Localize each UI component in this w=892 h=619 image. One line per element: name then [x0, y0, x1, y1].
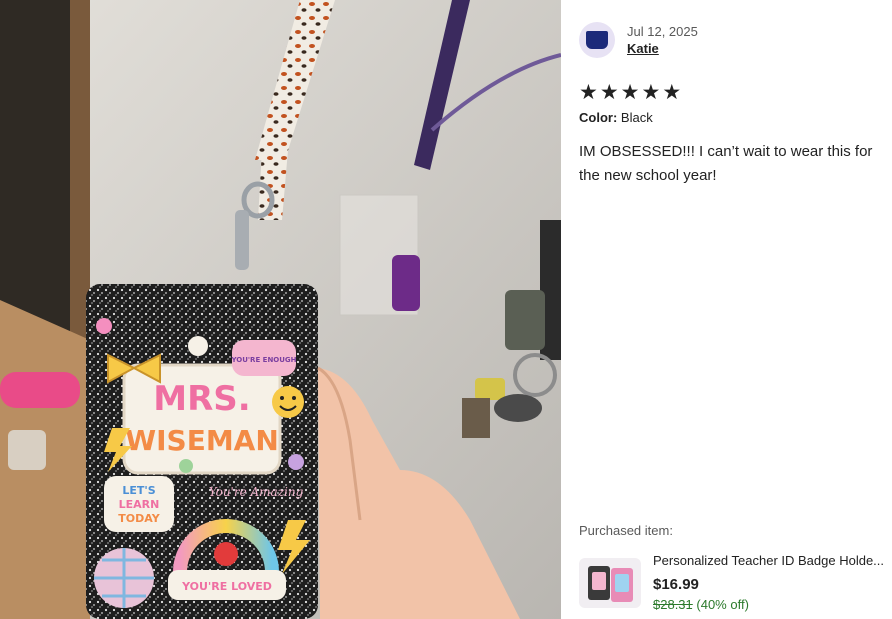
svg-text:LEARN: LEARN [119, 498, 160, 511]
star-rating: ★ ★ ★ ★ ★ [579, 82, 681, 103]
avatar-icon [586, 31, 608, 49]
star-icon: ★ [599, 80, 619, 104]
product-price: $16.99 [653, 576, 699, 593]
product-original-price: $28.31 (40% off) [653, 597, 749, 612]
review-date: Jul 12, 2025 [627, 24, 698, 39]
flower-sticker [96, 318, 112, 334]
svg-text:LET'S: LET'S [122, 484, 155, 497]
whistle [392, 255, 420, 311]
avatar[interactable] [579, 22, 615, 58]
badge-card: MRS. WISEMAN YOU'RE ENOUGH LET'S LEARN T… [86, 284, 318, 619]
star-icon: ★ [641, 80, 661, 104]
star-icon: ★ [620, 80, 640, 104]
lanyard-clip [235, 210, 249, 270]
original-price: $28.31 [653, 597, 693, 612]
purchased-item-label: Purchased item: [579, 523, 673, 538]
pink-object [0, 372, 80, 408]
reviewer-header: Jul 12, 2025 Katie [579, 22, 698, 58]
variation-value: Black [620, 110, 653, 125]
star-icon: ★ [662, 80, 682, 104]
badge-name-line2: WISEMAN [125, 424, 279, 457]
svg-text:YOU'RE ENOUGH: YOU'RE ENOUGH [230, 356, 296, 364]
svg-text:YOU'RE LOVED: YOU'RE LOVED [181, 580, 272, 593]
review-panel: Jul 12, 2025 Katie ★ ★ ★ ★ ★ Color: Blac… [579, 0, 892, 619]
review-photo[interactable]: MRS. WISEMAN YOU'RE ENOUGH LET'S LEARN T… [0, 0, 561, 619]
reviewer-name-link[interactable]: Katie [627, 40, 659, 58]
product-thumbnail[interactable] [579, 558, 641, 608]
smiley-sticker [272, 386, 304, 418]
sticker-youre-amazing: You're Amazing [209, 485, 304, 499]
star-icon: ★ [579, 80, 598, 104]
variation: Color: Black [579, 110, 653, 125]
variation-label: Color: [579, 110, 618, 125]
svg-text:TODAY: TODAY [118, 512, 160, 525]
review-text: IM OBSESSED!!! I can’t wait to wear this… [579, 143, 873, 184]
discount-badge: (40% off) [696, 597, 749, 612]
purchased-item-card[interactable]: Personalized Teacher ID Badge Holde... $… [579, 552, 892, 612]
product-title-link[interactable]: Personalized Teacher ID Badge Holde... [653, 553, 884, 568]
badge-photo-illustration: MRS. WISEMAN YOU'RE ENOUGH LET'S LEARN T… [0, 0, 561, 619]
badge-name-line1: MRS. [153, 379, 250, 419]
reviewer-meta: Jul 12, 2025 Katie [627, 24, 698, 58]
apple-sticker [214, 542, 238, 566]
